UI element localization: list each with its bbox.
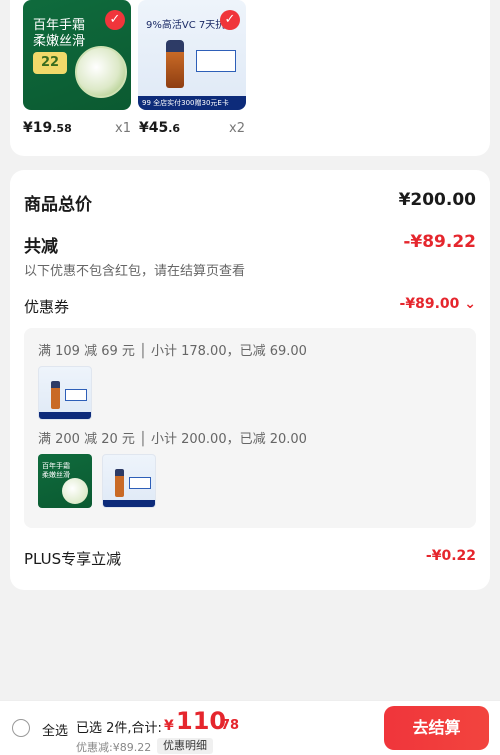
coupon-product-serum[interactable] xyxy=(38,366,92,420)
price-summary-card: 商品总价 ¥200.00 共减 -¥89.22 以下优惠不包含红包，请在结算页查… xyxy=(10,170,490,590)
item-qty: x1 xyxy=(115,121,131,136)
item-price: ¥19.58 xyxy=(23,120,72,136)
promo-strip xyxy=(103,500,155,507)
item-price: ¥45.6 xyxy=(139,120,180,136)
handcream-jar-image xyxy=(75,46,127,98)
price-main: ¥45 xyxy=(139,120,169,136)
serum-bottle-image xyxy=(51,381,60,409)
product-thumb-title: 百年手霜 柔嫩丝滑 xyxy=(42,462,70,479)
currency-symbol: ¥ xyxy=(164,718,174,734)
checkmark-icon[interactable]: ✓ xyxy=(220,10,240,30)
coupon-dropdown[interactable]: -¥89.00 ⌄ xyxy=(400,296,476,312)
coupon-product-handcream[interactable]: 百年手霜 柔嫩丝滑 xyxy=(38,454,92,508)
discount-amount: 优惠减:¥89.22 xyxy=(76,741,152,754)
serum-box-image xyxy=(65,389,87,401)
total-label: 商品总价 xyxy=(24,195,92,215)
total-decimal: .78 xyxy=(216,718,240,733)
promo-strip: 99 全店实付300赠30元E卡 xyxy=(138,96,246,110)
product-thumb-title: 百年手霜 柔嫩丝滑 xyxy=(33,18,86,49)
coupon-rule: 满 200 减 20 元 │ 小计 200.00，已减 20.00 xyxy=(38,432,307,447)
reduce-value: -¥89.22 xyxy=(403,232,476,252)
product-thumb-badge: 22 xyxy=(33,52,67,74)
promo-strip xyxy=(39,412,91,419)
coupon-details: 满 109 减 69 元 │ 小计 178.00，已减 69.00 满 200 … xyxy=(24,328,476,528)
reduce-label: 共减 xyxy=(24,237,58,257)
coupon-label: 优惠券 xyxy=(24,298,70,316)
item-qty: x2 xyxy=(229,121,245,136)
price-main: ¥19 xyxy=(23,120,53,136)
plus-value: -¥0.22 xyxy=(425,548,476,564)
coupon-product-serum[interactable] xyxy=(102,454,156,508)
total-value: ¥200.00 xyxy=(398,190,476,210)
price-decimal: .58 xyxy=(52,122,72,135)
checkout-bar: 全选 已选 2件,合计: ¥ 110 .78 优惠减:¥89.22 优惠明细 去… xyxy=(0,700,500,755)
serum-box-image xyxy=(196,50,236,72)
select-all-label[interactable]: 全选 xyxy=(42,720,68,739)
coupon-rule: 满 109 减 69 元 │ 小计 178.00，已减 69.00 xyxy=(38,344,307,359)
cart-products-card: 百年手霜 柔嫩丝滑 22 ✓ 9%高活VC 7天抗氧 99 全店实付300赠30… xyxy=(10,0,490,156)
discount-note: 以下优惠不包含红包，请在结算页查看 xyxy=(24,264,246,279)
checkmark-icon[interactable]: ✓ xyxy=(105,10,125,30)
serum-bottle-image xyxy=(166,40,184,88)
discount-detail-button[interactable]: 优惠明细 xyxy=(157,738,213,754)
selected-count: 已选 2件,合计: xyxy=(76,721,162,736)
select-all-radio[interactable] xyxy=(12,719,30,737)
checkout-button[interactable]: 去结算 xyxy=(384,706,489,750)
handcream-jar-image xyxy=(62,478,88,504)
price-decimal: .6 xyxy=(168,122,181,135)
product-thumb-serum[interactable]: 9%高活VC 7天抗氧 99 全店实付300赠30元E卡 ✓ xyxy=(138,0,246,110)
plus-label: PLUS专享立减 xyxy=(24,550,122,568)
product-thumb-handcream[interactable]: 百年手霜 柔嫩丝滑 22 ✓ xyxy=(23,0,131,110)
serum-box-image xyxy=(129,477,151,489)
serum-bottle-image xyxy=(115,469,124,497)
